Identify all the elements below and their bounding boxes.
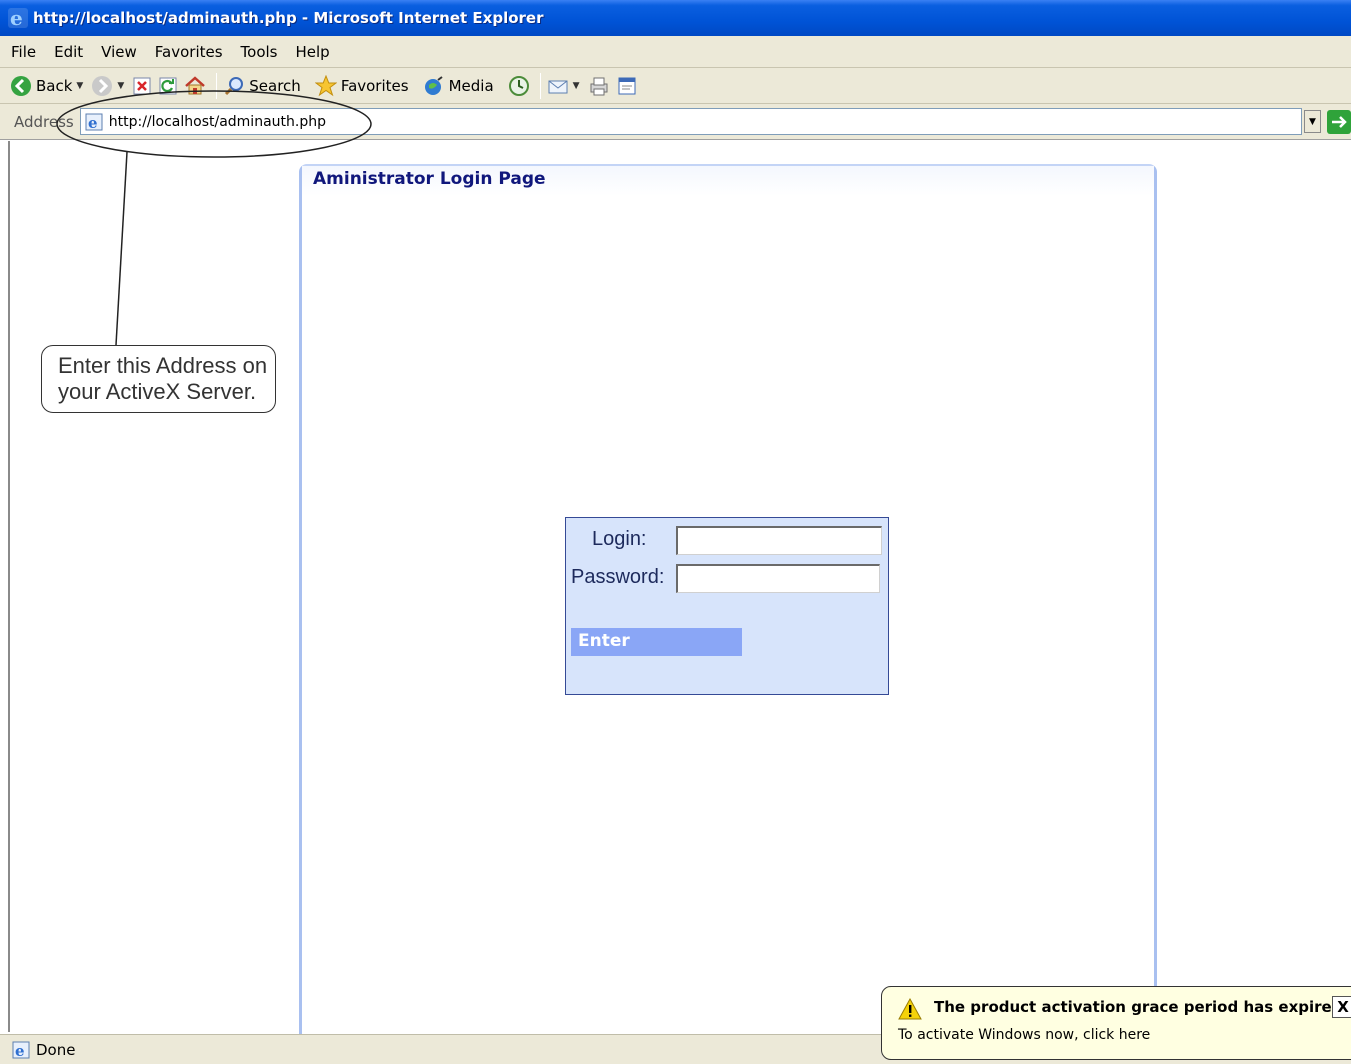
address-url: http://localhost/adminauth.php [108,113,326,130]
edit-page-icon [618,77,636,94]
page-loaded-icon: e [12,1041,30,1059]
panel-title: Aministrator Login Page [313,169,546,189]
login-label: Login: [592,528,647,550]
star-icon [314,74,337,96]
login-input[interactable] [676,526,882,555]
address-bar: Address e http://localhost/adminauth.php… [0,104,1351,140]
chevron-down-icon[interactable]: ▼ [76,81,83,91]
favorites-label: Favorites [340,76,409,95]
search-icon [225,76,244,95]
callout-line-1: Enter this Address on [58,353,268,378]
menu-favorites[interactable]: Favorites [146,43,232,61]
menu-view[interactable]: View [92,43,146,61]
forward-arrow-icon [92,75,113,96]
address-input[interactable]: e http://localhost/adminauth.php [79,108,1302,135]
stop-button[interactable] [132,72,152,100]
search-button[interactable]: Search [223,72,301,100]
mail-button[interactable]: ▼ [547,72,582,100]
mail-icon [548,80,568,93]
annotation-callout: Enter this Address on your ActiveX Serve… [41,345,276,413]
svg-text:e: e [15,1042,25,1059]
chevron-down-icon[interactable]: ▼ [117,81,124,91]
address-label: Address [14,112,74,131]
home-button[interactable] [184,72,206,100]
print-button[interactable] [588,72,610,100]
balloon-title: The product activation grace period has … [934,998,1343,1016]
forward-button[interactable]: ▼ [91,72,126,100]
balloon-close-button[interactable]: X [1332,996,1351,1018]
back-label: Back [36,76,73,95]
enter-button[interactable]: Enter [571,628,742,656]
history-icon [508,75,529,96]
toolbar-separator [216,72,218,99]
menu-file[interactable]: File [0,43,45,61]
media-label: Media [448,76,494,95]
home-icon [185,75,206,94]
back-arrow-icon [11,75,31,96]
page-icon: e [85,113,103,131]
internet-explorer-icon: e [8,7,28,29]
password-input[interactable] [676,564,880,593]
menu-help[interactable]: Help [287,43,339,61]
back-button[interactable]: Back ▼ [10,72,85,100]
warning-icon [898,998,922,1020]
refresh-icon [159,77,177,94]
activation-notification-balloon[interactable]: The product activation grace period has … [881,986,1351,1060]
edit-button[interactable] [616,72,638,100]
menu-edit[interactable]: Edit [45,43,92,61]
favorites-button[interactable]: Favorites [314,72,409,100]
login-form: Login: Password: Enter [565,517,889,695]
printer-icon [590,77,608,95]
callout-line-2: your ActiveX Server. [58,379,257,404]
history-button[interactable] [508,72,530,100]
menu-bar: File Edit View Favorites Tools Help [0,36,1351,68]
standard-toolbar: Back ▼ ▼ Search Favorites Media ▼ [0,68,1351,104]
go-button[interactable] [1327,109,1351,134]
refresh-button[interactable] [158,72,178,100]
toolbar-separator [539,72,541,99]
password-label: Password: [571,566,665,588]
media-button[interactable]: Media [423,72,494,100]
chevron-down-icon[interactable]: ▼ [573,81,580,91]
menu-tools[interactable]: Tools [232,43,287,61]
svg-text:e: e [88,114,98,131]
svg-text:e: e [10,7,23,29]
balloon-activate-link[interactable]: To activate Windows now, click here [898,1027,1150,1043]
stop-icon [133,77,151,94]
go-arrow-icon [1332,115,1347,128]
address-dropdown-button[interactable]: ▼ [1303,110,1322,133]
status-text: Done [36,1040,76,1059]
media-icon [424,75,443,95]
window-title: http://localhost/adminauth.php - Microso… [33,9,544,27]
search-label: Search [249,76,301,95]
panel-header: Aministrator Login Page [302,166,1154,196]
window-title-bar[interactable]: e http://localhost/adminauth.php - Micro… [0,0,1351,36]
